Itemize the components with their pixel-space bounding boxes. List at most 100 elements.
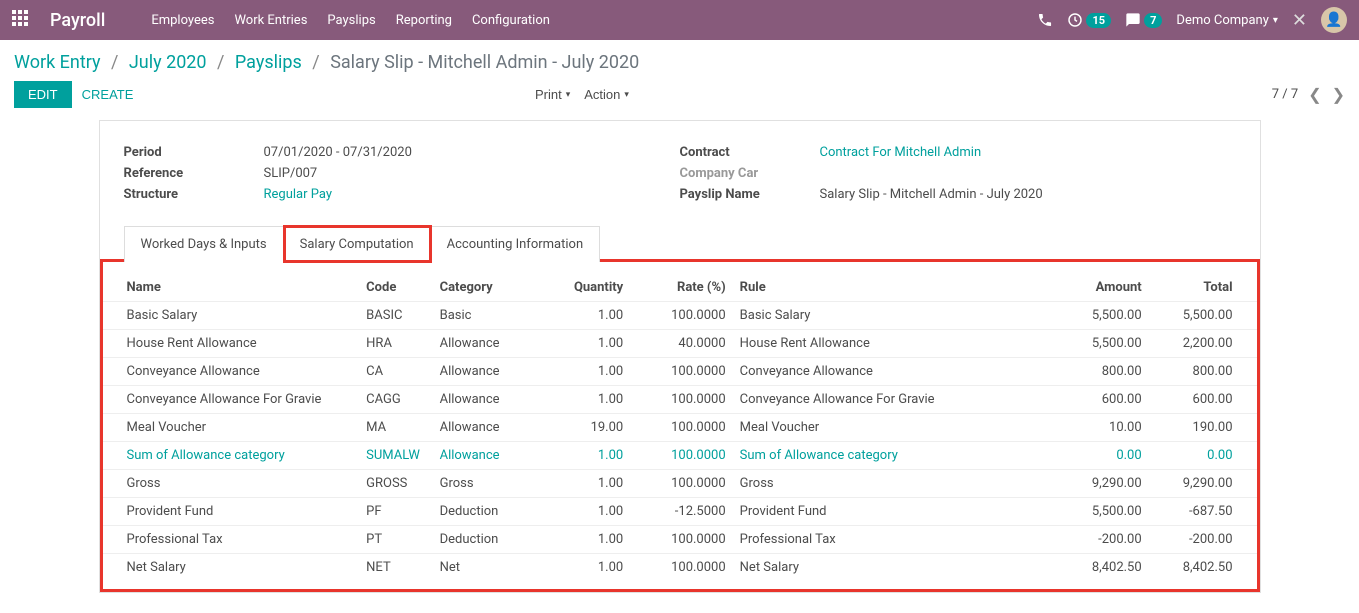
cell-code: HRA	[366, 336, 439, 351]
messages-badge: 7	[1144, 13, 1162, 28]
cell-total: 190.00	[1142, 420, 1233, 435]
cell-name: Net Salary	[127, 560, 367, 575]
cell-amount: 8,402.50	[1008, 560, 1141, 575]
cell-rate: 100.0000	[623, 392, 725, 407]
phone-icon[interactable]	[1037, 12, 1053, 28]
print-dropdown[interactable]: Print▾	[535, 87, 570, 102]
menu-reporting[interactable]: Reporting	[396, 13, 452, 28]
cell-rule: Meal Voucher	[726, 420, 1009, 435]
company-selector[interactable]: Demo Company ▾	[1176, 13, 1277, 28]
cell-quantity: 1.00	[544, 364, 623, 379]
edit-button[interactable]: EDIT	[14, 81, 72, 108]
cell-rate: 100.0000	[623, 448, 725, 463]
table-row: Basic SalaryBASICBasic1.00100.0000Basic …	[103, 301, 1257, 329]
cell-category: Deduction	[440, 504, 544, 519]
cell-amount: 5,500.00	[1008, 308, 1141, 323]
structure-label: Structure	[124, 187, 264, 202]
table-row: Professional TaxPTDeduction1.00100.0000P…	[103, 525, 1257, 553]
info-grid: Period 07/01/2020 - 07/31/2020 Reference…	[100, 145, 1260, 226]
cell-rate: 100.0000	[623, 476, 725, 491]
payslip-name-value: Salary Slip - Mitchell Admin - July 2020	[820, 187, 1043, 202]
cell-category: Gross	[440, 476, 544, 491]
breadcrumb: Work Entry / July 2020 / Payslips / Sala…	[14, 52, 1345, 73]
breadcrumb-current: Salary Slip - Mitchell Admin - July 2020	[330, 52, 639, 73]
cell-code: PT	[366, 532, 439, 547]
cell-category: Net	[440, 560, 544, 575]
payslip-name-label: Payslip Name	[680, 187, 820, 202]
tab-accounting-info[interactable]: Accounting Information	[431, 226, 601, 262]
cell-category: Allowance	[440, 448, 544, 463]
actions-bar: EDIT CREATE Print▾ Action▾ 7 / 7 ❮ ❯	[0, 81, 1359, 120]
table-row: Conveyance Allowance For GravieCAGGAllow…	[103, 385, 1257, 413]
th-amount: Amount	[1008, 280, 1141, 295]
reference-value: SLIP/007	[264, 166, 318, 181]
pager-prev-icon[interactable]: ❮	[1308, 85, 1321, 104]
cell-category: Deduction	[440, 532, 544, 547]
cell-total: 800.00	[1142, 364, 1233, 379]
cell-code: PF	[366, 504, 439, 519]
activities-icon[interactable]: 15	[1067, 12, 1111, 28]
company-car-label: Company Car	[680, 166, 820, 181]
cell-rate: 100.0000	[623, 420, 725, 435]
th-total: Total	[1142, 280, 1233, 295]
apps-icon[interactable]	[12, 10, 32, 30]
menu-payslips[interactable]: Payslips	[327, 13, 375, 28]
pager-text: 7 / 7	[1272, 87, 1298, 102]
reference-label: Reference	[124, 166, 264, 181]
messages-icon[interactable]: 7	[1125, 12, 1162, 28]
close-icon[interactable]: ✕	[1292, 10, 1307, 31]
menu-employees[interactable]: Employees	[151, 13, 214, 28]
table-header-row: Name Code Category Quantity Rate (%) Rul…	[103, 274, 1257, 301]
action-dropdown[interactable]: Action▾	[584, 87, 629, 102]
cell-quantity: 1.00	[544, 532, 623, 547]
breadcrumb-link-2[interactable]: Payslips	[235, 52, 302, 73]
cell-code: CA	[366, 364, 439, 379]
structure-value[interactable]: Regular Pay	[264, 187, 333, 202]
cell-code: BASIC	[366, 308, 439, 323]
cell-quantity: 19.00	[544, 420, 623, 435]
contract-value[interactable]: Contract For Mitchell Admin	[820, 145, 982, 160]
cell-rate: 100.0000	[623, 308, 725, 323]
cell-rate: 40.0000	[623, 336, 725, 351]
th-category: Category	[440, 280, 544, 295]
table-row[interactable]: Sum of Allowance categorySUMALWAllowance…	[103, 441, 1257, 469]
cell-rule: Conveyance Allowance For Gravie	[726, 392, 1009, 407]
cell-quantity: 1.00	[544, 392, 623, 407]
cell-quantity: 1.00	[544, 336, 623, 351]
cell-rule: Gross	[726, 476, 1009, 491]
tab-salary-computation[interactable]: Salary Computation	[284, 226, 431, 262]
cell-name: Conveyance Allowance For Gravie	[127, 392, 367, 407]
avatar[interactable]: 👤	[1321, 7, 1347, 33]
breadcrumb-link-1[interactable]: July 2020	[129, 52, 207, 73]
breadcrumb-link-0[interactable]: Work Entry	[14, 52, 100, 73]
cell-code: CAGG	[366, 392, 439, 407]
cell-total: 0.00	[1142, 448, 1233, 463]
cell-category: Allowance	[440, 392, 544, 407]
create-button[interactable]: CREATE	[82, 87, 134, 102]
cell-amount: 600.00	[1008, 392, 1141, 407]
period-value: 07/01/2020 - 07/31/2020	[264, 145, 412, 160]
menu-work-entries[interactable]: Work Entries	[234, 13, 307, 28]
cell-name: Professional Tax	[127, 532, 367, 547]
cell-amount: 10.00	[1008, 420, 1141, 435]
cell-total: 2,200.00	[1142, 336, 1233, 351]
cell-quantity: 1.00	[544, 560, 623, 575]
app-brand: Payroll	[50, 10, 105, 31]
cell-code: NET	[366, 560, 439, 575]
cell-rule: Net Salary	[726, 560, 1009, 575]
cell-name: Gross	[127, 476, 367, 491]
cell-rule: House Rent Allowance	[726, 336, 1009, 351]
top-nav: Payroll Employees Work Entries Payslips …	[0, 0, 1359, 40]
table-row: GrossGROSSGross1.00100.0000Gross9,290.00…	[103, 469, 1257, 497]
contract-label: Contract	[680, 145, 820, 160]
period-label: Period	[124, 145, 264, 160]
cell-amount: 9,290.00	[1008, 476, 1141, 491]
menu-configuration[interactable]: Configuration	[472, 13, 550, 28]
cell-rate: 100.0000	[623, 560, 725, 575]
pager-next-icon[interactable]: ❯	[1332, 85, 1345, 104]
cell-name: Meal Voucher	[127, 420, 367, 435]
tab-worked-days[interactable]: Worked Days & Inputs	[124, 226, 284, 262]
salary-table: Name Code Category Quantity Rate (%) Rul…	[100, 259, 1260, 592]
cell-total: 9,290.00	[1142, 476, 1233, 491]
tabs: Worked Days & Inputs Salary Computation …	[100, 226, 1260, 262]
